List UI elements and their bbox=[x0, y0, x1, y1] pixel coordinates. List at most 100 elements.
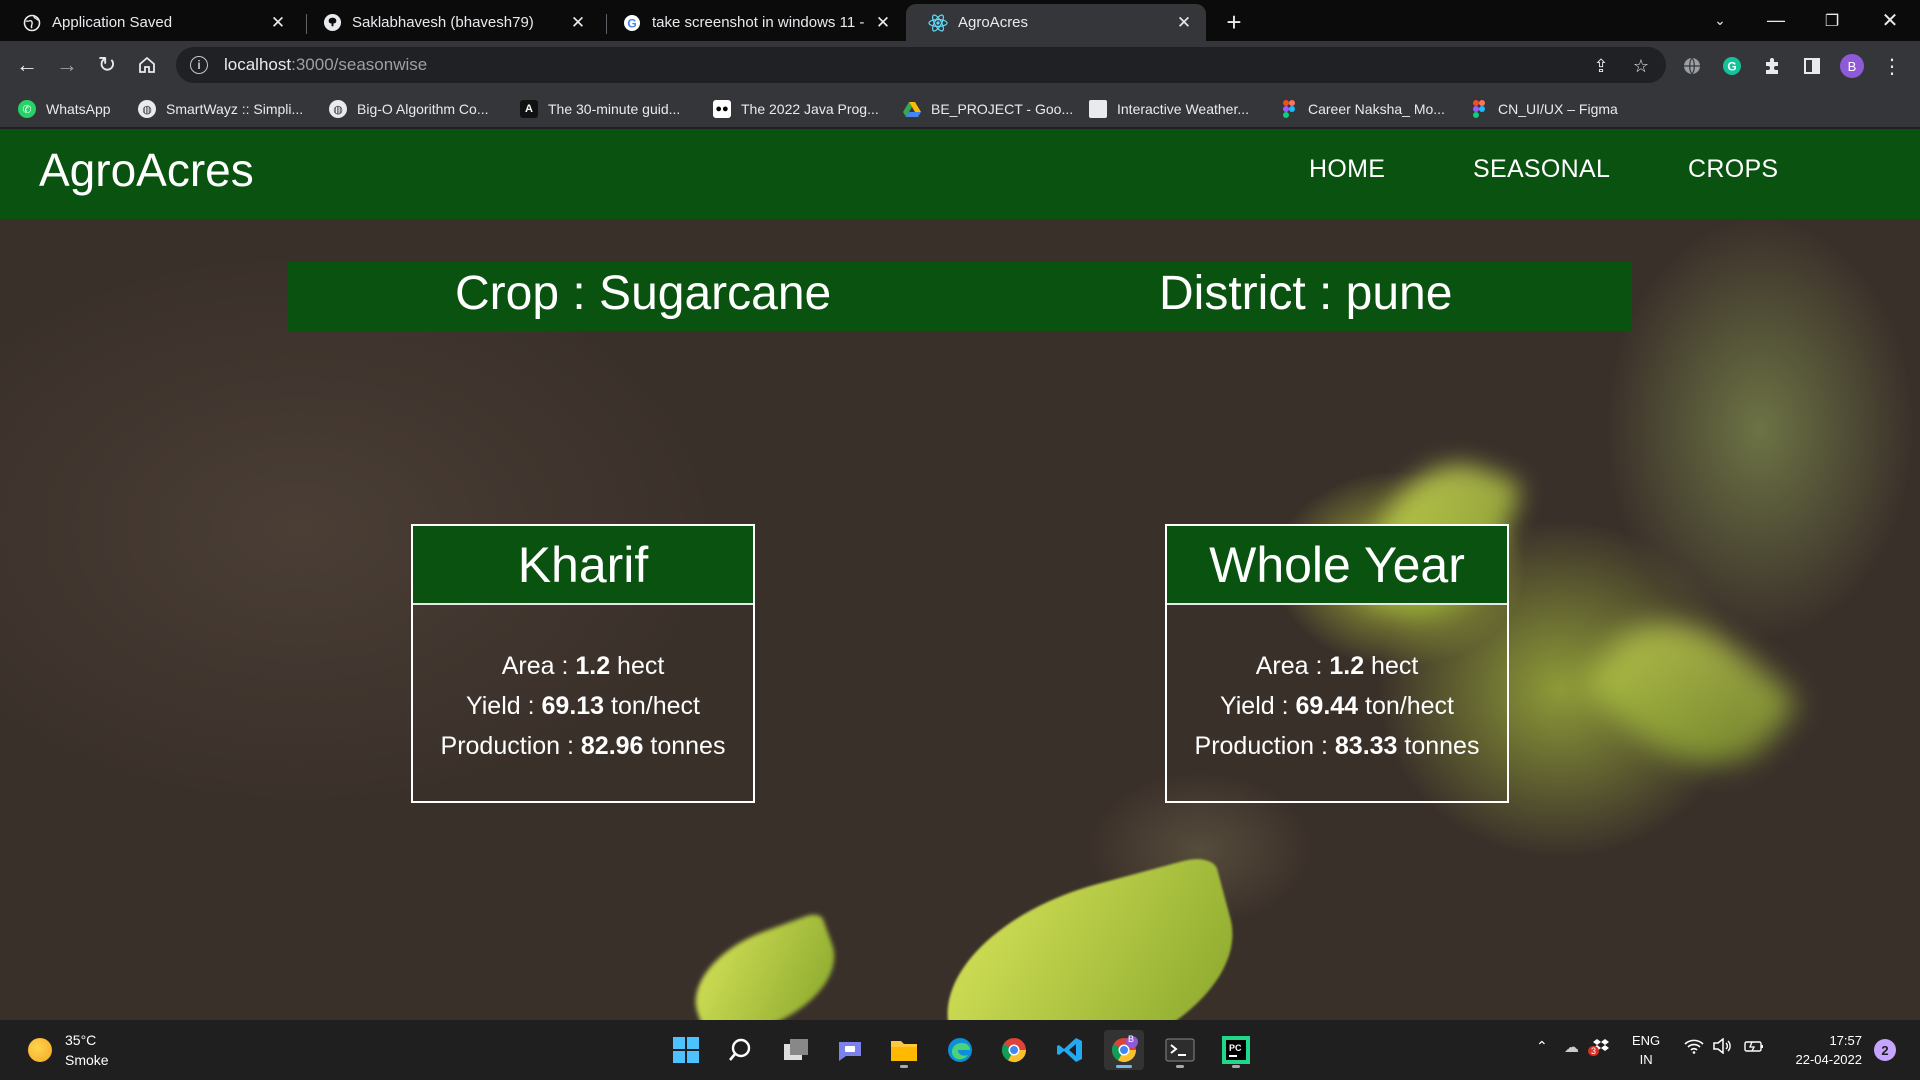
profile-avatar[interactable]: B bbox=[1840, 54, 1864, 78]
google-icon: G bbox=[622, 13, 642, 33]
grammarly-icon[interactable]: G bbox=[1720, 54, 1744, 78]
forward-arrow-icon[interactable]: → bbox=[51, 49, 83, 81]
extensions-puzzle-icon[interactable] bbox=[1760, 54, 1784, 78]
close-icon[interactable]: ✕ bbox=[568, 13, 588, 33]
show-hidden-icons-chevron-icon[interactable]: ⌃ bbox=[1536, 1038, 1548, 1055]
yield-value: 69.13 bbox=[541, 692, 605, 720]
area-label: Area : bbox=[501, 652, 576, 680]
svg-text:G: G bbox=[627, 16, 636, 30]
bookmark-smartwayz[interactable]: ◍ SmartWayz :: Simpli... bbox=[138, 97, 303, 121]
bookmark-label: BE_PROJECT - Goo... bbox=[931, 101, 1074, 117]
edge-browser-icon[interactable] bbox=[940, 1030, 980, 1070]
whatsapp-icon: ✆ bbox=[18, 100, 36, 118]
bookmark-interactive-weather[interactable]: Interactive Weather... bbox=[1089, 97, 1249, 121]
region-code: IN bbox=[1639, 1052, 1653, 1067]
bookmark-career-naksha[interactable]: Career Naksha_ Mo... bbox=[1280, 97, 1445, 121]
bookmark-label: CN_UI/UX – Figma bbox=[1498, 101, 1618, 117]
windows-start-icon[interactable] bbox=[666, 1030, 706, 1070]
wifi-icon[interactable] bbox=[1684, 1038, 1704, 1059]
chrome-profile-icon[interactable]: B bbox=[1104, 1030, 1144, 1070]
terminal-icon[interactable] bbox=[1160, 1030, 1200, 1070]
yield-value: 69.44 bbox=[1295, 692, 1359, 720]
vscode-icon[interactable] bbox=[1050, 1030, 1090, 1070]
tab-github[interactable]: Saklabhavesh (bhavesh79) ✕ bbox=[300, 4, 600, 41]
notification-badge[interactable]: 2 bbox=[1874, 1039, 1896, 1061]
side-panel-icon[interactable] bbox=[1800, 54, 1824, 78]
figma-icon bbox=[1470, 100, 1488, 118]
season-card-whole-year: Whole Year Area : 1.2 hect Yield : 69.44… bbox=[1165, 524, 1509, 803]
vpn-globe-icon[interactable] bbox=[1680, 54, 1704, 78]
svg-text:G: G bbox=[1727, 60, 1736, 74]
profile-initial: B bbox=[1847, 58, 1857, 74]
running-indicator bbox=[1176, 1065, 1184, 1068]
input-language[interactable]: ENG IN bbox=[1632, 1031, 1660, 1069]
search-icon[interactable] bbox=[720, 1030, 760, 1070]
bookmark-cn-uiux-figma[interactable]: CN_UI/UX – Figma bbox=[1470, 97, 1618, 121]
bookmark-30-minute-guide[interactable]: A The 30-minute guid... bbox=[520, 97, 680, 121]
bookmark-big-o[interactable]: ◍ Big-O Algorithm Co... bbox=[329, 97, 489, 121]
area-unit: hect bbox=[610, 652, 665, 680]
close-icon[interactable]: ✕ bbox=[268, 13, 288, 33]
task-view-icon[interactable] bbox=[776, 1030, 816, 1070]
file-explorer-icon[interactable] bbox=[884, 1030, 924, 1070]
minimize-button[interactable]: — bbox=[1748, 0, 1804, 41]
address-bar[interactable]: i localhost:3000/seasonwise ⇪ ☆ bbox=[176, 47, 1666, 83]
area-row: Area : 1.2 hect bbox=[413, 646, 753, 686]
onedrive-cloud-icon[interactable]: ☁ bbox=[1564, 1038, 1579, 1056]
bookmark-label: SmartWayz :: Simpli... bbox=[166, 101, 304, 117]
dropbox-icon[interactable]: 3 bbox=[1588, 1038, 1610, 1059]
language-code: ENG bbox=[1632, 1033, 1661, 1048]
close-icon[interactable]: ✕ bbox=[1174, 13, 1194, 33]
system-clock[interactable]: 17:57 22-04-2022 bbox=[1782, 1031, 1863, 1069]
background-leaf-image bbox=[1579, 586, 1801, 802]
share-icon[interactable]: ⇪ bbox=[1590, 55, 1612, 77]
season-title: Kharif bbox=[413, 526, 753, 605]
nav-seasonal-link[interactable]: SEASONAL bbox=[1473, 155, 1610, 184]
area-unit: hect bbox=[1364, 652, 1419, 680]
yield-row: Yield : 69.44 ton/hect bbox=[1167, 686, 1507, 726]
pycharm-icon[interactable]: PC bbox=[1216, 1030, 1256, 1070]
tab-google-search[interactable]: G take screenshot in windows 11 - ✕ bbox=[600, 4, 905, 41]
area-label: Area : bbox=[1255, 652, 1330, 680]
season-stats: Area : 1.2 hect Yield : 69.13 ton/hect P… bbox=[413, 646, 753, 766]
teams-chat-icon[interactable] bbox=[830, 1030, 870, 1070]
new-tab-button[interactable]: + bbox=[1218, 7, 1250, 37]
home-icon[interactable] bbox=[131, 49, 163, 81]
reload-icon[interactable]: ↻ bbox=[91, 49, 123, 81]
bookmark-star-icon[interactable]: ☆ bbox=[1630, 55, 1652, 77]
more-menu-icon[interactable]: ⋮ bbox=[1880, 54, 1904, 78]
volume-icon[interactable] bbox=[1712, 1037, 1732, 1059]
production-unit: tonnes bbox=[1397, 732, 1480, 760]
nav-home-link[interactable]: HOME bbox=[1309, 155, 1385, 184]
battery-icon[interactable] bbox=[1743, 1038, 1765, 1059]
nav-crops-link[interactable]: CROPS bbox=[1688, 155, 1778, 184]
clock-time: 17:57 bbox=[1829, 1033, 1862, 1048]
restore-button[interactable]: ❐ bbox=[1804, 0, 1860, 41]
bookmark-label: The 2022 Java Prog... bbox=[741, 101, 879, 117]
tab-title: take screenshot in windows 11 - bbox=[652, 14, 865, 31]
react-icon bbox=[928, 13, 948, 33]
page-viewport: AgroAcres HOME SEASONAL CROPS Crop : Sug… bbox=[0, 129, 1920, 1020]
bookmark-java-programming[interactable]: ●● The 2022 Java Prog... bbox=[713, 97, 879, 121]
back-arrow-icon[interactable]: ← bbox=[11, 49, 43, 81]
season-stats: Area : 1.2 hect Yield : 69.44 ton/hect P… bbox=[1167, 646, 1507, 766]
tab-application-saved[interactable]: Application Saved ✕ bbox=[0, 4, 300, 41]
tab-agroacres[interactable]: AgroAcres ✕ bbox=[906, 4, 1206, 41]
close-icon[interactable]: ✕ bbox=[873, 13, 893, 33]
bookmark-be-project[interactable]: BE_PROJECT - Goo... bbox=[903, 97, 1073, 121]
tab-search-chevron-icon[interactable]: ⌄ bbox=[1692, 0, 1748, 41]
crop-district-bar: Crop : Sugarcane District : pune bbox=[288, 262, 1632, 331]
tab-title: Application Saved bbox=[52, 14, 173, 31]
yield-unit: ton/hect bbox=[604, 692, 700, 720]
chrome-icon[interactable] bbox=[994, 1030, 1034, 1070]
site-info-icon[interactable]: i bbox=[190, 56, 208, 74]
tray-badge: 3 bbox=[1588, 1046, 1600, 1056]
brand-logo[interactable]: AgroAcres bbox=[39, 143, 254, 197]
close-window-button[interactable]: ✕ bbox=[1862, 0, 1918, 41]
globe-icon: ◍ bbox=[138, 100, 156, 118]
yield-label: Yield : bbox=[466, 692, 542, 720]
browser-toolbar: ← → ↻ i localhost:3000/seasonwise ⇪ ☆ G … bbox=[0, 41, 1920, 89]
github-icon bbox=[322, 13, 342, 33]
bookmark-whatsapp[interactable]: ✆ WhatsApp bbox=[18, 97, 111, 121]
browser-tab-strip: Application Saved ✕ Saklabhavesh (bhaves… bbox=[0, 0, 1920, 41]
